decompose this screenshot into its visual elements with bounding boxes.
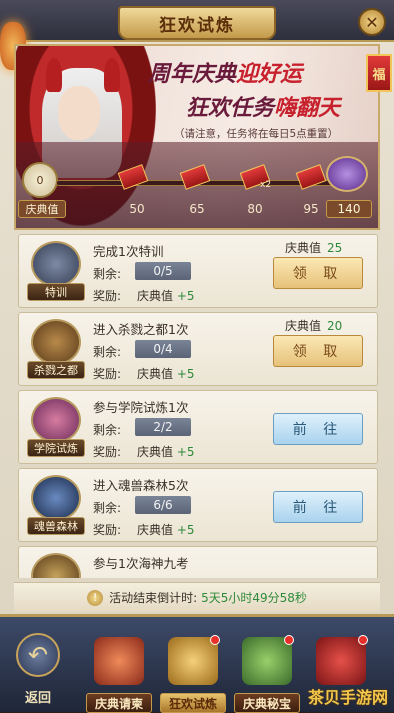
tab-label: 庆典请柬: [86, 693, 152, 713]
reward-text: 庆典值 +5: [137, 523, 195, 537]
tab-label: 狂欢试炼: [160, 693, 226, 713]
task-name: 进入魂兽森林5次: [93, 478, 189, 493]
back-button[interactable]: ↶ 返回: [10, 629, 66, 709]
beast-icon: 魂兽森林: [27, 475, 85, 537]
task-row: 魂兽森林 进入魂兽森林5次 剩余: 6/6 奖励: 庆典值 +5 前 往: [18, 468, 378, 542]
go-button[interactable]: 前 往: [273, 491, 363, 523]
milestone-label: 80: [247, 202, 263, 216]
go-button[interactable]: 前 往: [273, 413, 363, 445]
reward-text: 庆典值 +5: [137, 289, 195, 303]
countdown-label: 活动结束倒计时:: [109, 591, 198, 605]
treasure-icon: [242, 637, 292, 685]
tab-invitation[interactable]: 庆典请柬: [86, 633, 152, 713]
reward-label: 奖励:: [93, 445, 122, 459]
points-label: 庆典值 20: [285, 319, 343, 333]
tab-label: 庆典秘宝: [234, 693, 300, 713]
top-bar: 狂欢试炼 ✕: [0, 0, 394, 42]
task-row: 参与1次海神九考: [18, 546, 378, 578]
side-tag[interactable]: 福: [366, 54, 392, 92]
reward-text: 庆典值 +5: [137, 367, 195, 381]
remain-label: 剩余:: [93, 423, 122, 437]
task-list[interactable]: 特训 完成1次特训 剩余: 0/5 奖励: 庆典值 +5 庆典值 25 领 取 杀…: [18, 234, 378, 578]
task-row: 特训 完成1次特训 剩余: 0/5 奖励: 庆典值 +5 庆典值 25 领 取: [18, 234, 378, 308]
reward-label: 奖励:: [93, 367, 122, 381]
hero-face: [58, 86, 100, 140]
multiplier-badge: x2: [260, 180, 272, 190]
points-label: 庆典值 25: [285, 241, 343, 255]
score-label: 庆典值: [18, 200, 66, 218]
remain-count: 0/4: [135, 340, 191, 358]
milestone-label: 95: [303, 202, 319, 216]
final-milestone-label: 140: [326, 200, 372, 218]
reward-text: 庆典值 +5: [137, 445, 195, 459]
notification-dot: [358, 635, 368, 645]
goblet-icon: 杀戮之都: [27, 319, 85, 381]
reward-gift-icon[interactable]: [117, 164, 149, 190]
money-bag-icon: [316, 637, 366, 685]
claim-button[interactable]: 领 取: [273, 257, 363, 289]
reward-gift-icon[interactable]: [179, 164, 211, 190]
gift-box-icon: [94, 637, 144, 685]
remain-label: 剩余:: [93, 267, 122, 281]
treasure-chest-icon[interactable]: [326, 156, 368, 192]
page-title: 狂欢试炼: [159, 15, 235, 36]
back-label: 返回: [24, 691, 51, 706]
remain-label: 剩余:: [93, 501, 122, 515]
shield-icon: 特训: [27, 241, 85, 303]
warning-icon: !: [87, 589, 104, 606]
remain-count: 2/2: [135, 418, 191, 436]
watermark: 茶贝手游网: [307, 688, 388, 707]
task-row: 杀戮之都 进入杀戮之都1次 剩余: 0/4 奖励: 庆典值 +5 庆典值 20 领…: [18, 312, 378, 386]
task-name: 进入杀戮之都1次: [93, 322, 189, 337]
score-track: 0 庆典值 x2 50 65 80 95 140: [16, 142, 378, 228]
reward-gift-icon[interactable]: [295, 164, 327, 190]
task-name: 完成1次特训: [93, 244, 164, 259]
claim-button[interactable]: 领 取: [273, 335, 363, 367]
banner-headline-1: 周年庆典迎好运: [148, 62, 303, 87]
close-button[interactable]: ✕: [358, 8, 386, 36]
countdown-value: 5天5小时49分58秒: [201, 591, 307, 605]
milestone-label: 50: [129, 202, 145, 216]
countdown-bar: ! 活动结束倒计时: 5天5小时49分58秒: [14, 582, 380, 612]
remain-count: 0/5: [135, 262, 191, 280]
event-banner: 周年庆典迎好运 狂欢任务嗨翻天 （请注意，任务将在每日5点重置） 0 庆典值 x…: [14, 44, 380, 230]
remain-label: 剩余:: [93, 345, 122, 359]
close-icon: ✕: [365, 12, 379, 32]
tab-treasure[interactable]: 庆典秘宝: [234, 633, 300, 713]
notification-dot: [210, 635, 220, 645]
banner-headline-2: 狂欢任务嗨翻天: [186, 96, 341, 121]
score-orb: 0: [22, 162, 58, 198]
horn-icon: [46, 58, 62, 92]
notification-dot: [284, 635, 294, 645]
back-arrow-icon: ↶: [16, 633, 60, 677]
reward-label: 奖励:: [93, 523, 122, 537]
title-plate: 狂欢试炼: [118, 6, 276, 40]
milestone-label: 65: [189, 202, 205, 216]
task-name: 参与1次海神九考: [93, 556, 189, 571]
task-name: 参与学院试炼1次: [93, 400, 189, 415]
trident-icon: [27, 553, 85, 578]
horn-icon: [104, 58, 120, 92]
remain-count: 6/6: [135, 496, 191, 514]
castle-icon: 学院试炼: [27, 397, 85, 459]
bottom-nav: ↶ 返回 庆典请柬 狂欢试炼 庆典秘宝 茶贝手游网: [0, 614, 394, 713]
reset-notice: （请注意，任务将在每日5点重置）: [174, 128, 339, 140]
tab-carnival-trial[interactable]: 狂欢试炼: [160, 633, 226, 713]
trophy-icon: [168, 637, 218, 685]
reward-label: 奖励:: [93, 289, 122, 303]
task-row: 学院试炼 参与学院试炼1次 剩余: 2/2 奖励: 庆典值 +5 前 往: [18, 390, 378, 464]
